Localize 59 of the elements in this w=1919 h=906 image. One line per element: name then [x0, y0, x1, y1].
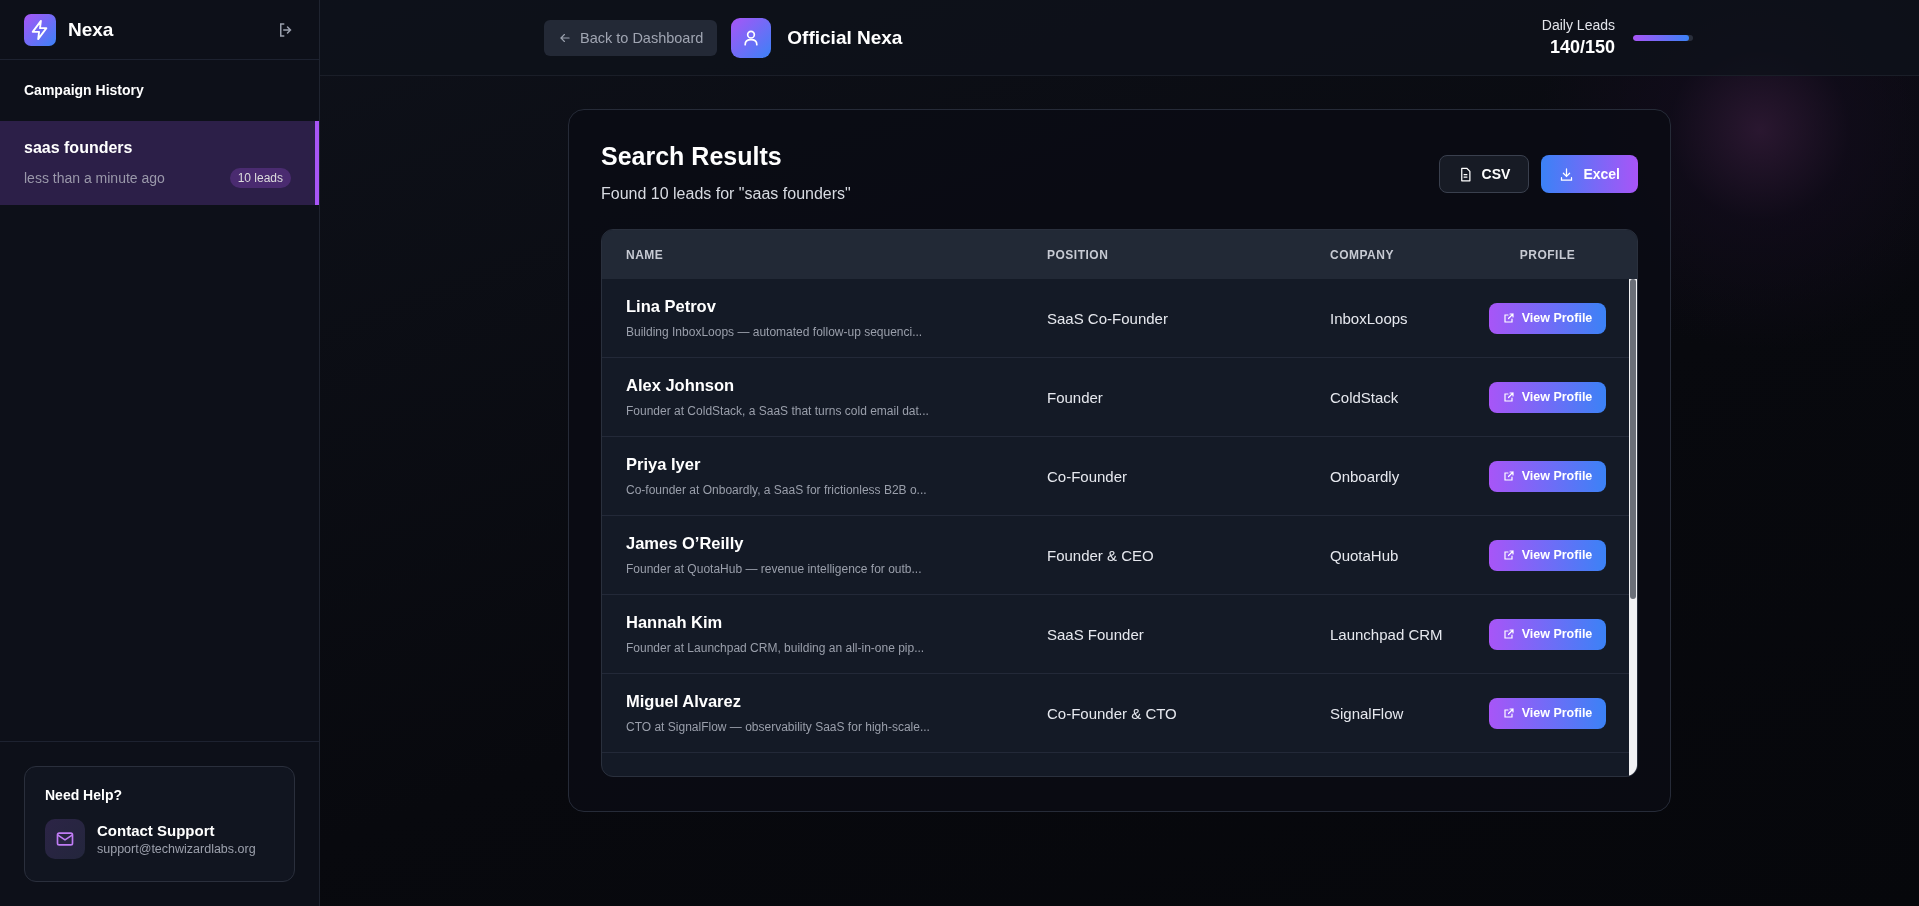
lead-bio: Founder at ColdStack, a SaaS that turns cold email dat... — [626, 404, 930, 418]
excel-export-button[interactable]: Excel — [1541, 155, 1638, 193]
external-link-icon — [1502, 391, 1515, 403]
back-button[interactable]: Back to Dashboard — [544, 19, 718, 56]
lead-name: Hannah Kim — [626, 613, 724, 632]
csv-export-button[interactable]: CSV — [1438, 155, 1530, 193]
lead-bio: Founder at QuotaHub — revenue intelligence for outb... — [626, 562, 923, 576]
lead-name: Priya Iyer — [626, 455, 702, 474]
account-name: Official Nexa — [787, 26, 903, 49]
contact-support-link[interactable]: Contact Support — [97, 822, 256, 839]
company-cell-text: QuotaHub — [1329, 546, 1400, 564]
mail-icon — [45, 819, 85, 859]
position-cell-text: Founder & CEO — [1046, 546, 1155, 564]
lead-bio: Founder at Launchpad CRM, building an all-in-one pip... — [626, 641, 926, 655]
lead-name: Lina Petrov — [626, 297, 717, 316]
results-subtitle: Found 10 leads for "saas founders" — [601, 185, 851, 203]
daily-leads-label: Daily Leads — [1541, 17, 1615, 33]
position-cell-text: Co-Founder & CTO — [1046, 704, 1178, 722]
lead-bio: CTO at SignalFlow — observability SaaS for high-scale... — [626, 720, 931, 734]
view-profile-button[interactable]: View Profile — [1488, 539, 1607, 571]
company-cell-text: SignalFlow — [1329, 704, 1405, 722]
company-cell-text: Launchpad CRM — [1329, 625, 1444, 643]
download-icon — [1559, 166, 1575, 182]
lead-bio: Co-founder at Onboardly, a SaaS for frictionless B2B o... — [626, 483, 928, 497]
view-profile-button[interactable]: View Profile — [1488, 460, 1607, 492]
brand-name: Nexa — [68, 18, 115, 41]
view-profile-button[interactable]: View Profile — [1488, 302, 1607, 334]
column-header: NAME — [625, 247, 665, 262]
view-profile-button[interactable]: View Profile — [1488, 381, 1607, 413]
position-cell-text: SaaS Co-Founder — [1046, 309, 1169, 327]
help-title: Need Help? — [45, 787, 123, 803]
section-title: Campaign History — [23, 81, 145, 100]
column-header: COMPANY — [1329, 247, 1395, 262]
view-profile-button[interactable]: View Profile — [1488, 618, 1607, 650]
lead-bio: Building InboxLoops — automated follow-up sequenci... — [626, 325, 924, 339]
company-cell-text: InboxLoops — [1329, 309, 1409, 327]
daily-leads-count: 140/150 — [1549, 37, 1615, 58]
support-email: support@techwizardlabs.org — [97, 842, 256, 856]
lead-name: Miguel Alvarez — [626, 692, 742, 711]
company-cell-text: Onboardly — [1329, 467, 1401, 485]
position-cell-text: SaaS Founder — [1046, 625, 1145, 643]
external-link-icon — [1502, 628, 1515, 640]
lightning-logo-icon — [24, 13, 56, 46]
scrollbar-thumb[interactable] — [1630, 279, 1636, 599]
campaign-item[interactable]: saas founders less than a minute ago 10 leads — [0, 121, 319, 205]
lead-name: James O’Reilly — [626, 534, 745, 553]
external-link-icon — [1502, 549, 1515, 561]
external-link-icon — [1502, 470, 1515, 482]
column-header: PROFILE — [1518, 247, 1577, 262]
external-link-icon — [1502, 707, 1515, 719]
user-icon — [731, 17, 772, 58]
company-cell-text: ColdStack — [1329, 388, 1400, 406]
results-title: Search Results — [601, 142, 783, 171]
lead-name: Alex Johnson — [626, 376, 736, 395]
external-link-icon — [1502, 312, 1515, 324]
view-profile-button[interactable]: View Profile — [1488, 697, 1607, 729]
column-header: POSITION — [1046, 247, 1110, 262]
position-cell-text: Co-Founder — [1046, 467, 1129, 485]
position-cell-text: Founder — [1046, 388, 1104, 406]
